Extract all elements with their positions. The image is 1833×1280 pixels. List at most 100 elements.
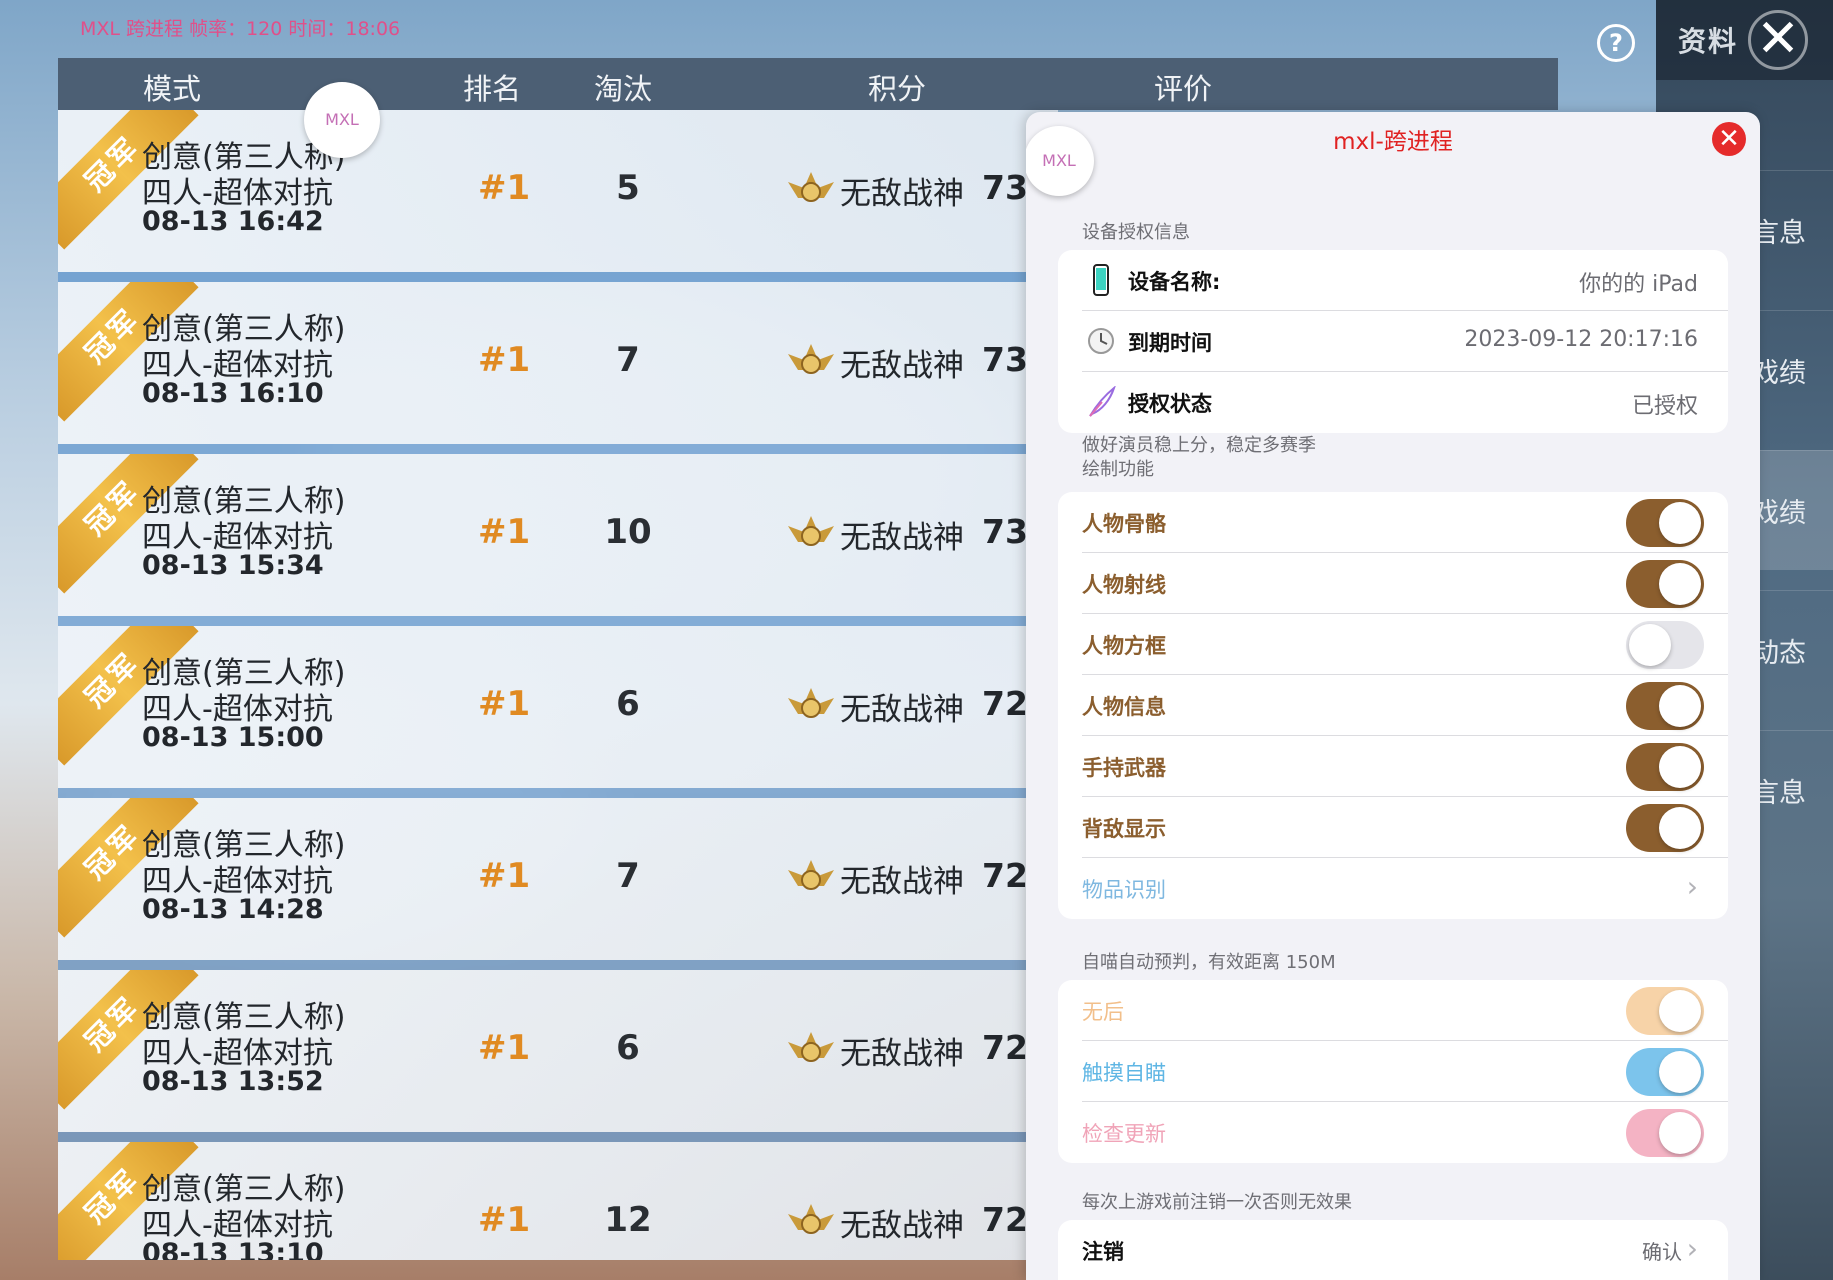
logout-confirm[interactable]: 确认 — [1642, 1236, 1682, 1265]
aim-section-label: 自喵自动预判，有效距离 150M — [1082, 952, 1336, 973]
rank-badge-icon — [788, 344, 834, 374]
match-rank: #1 — [478, 340, 531, 380]
match-kills: 12 — [604, 1200, 652, 1240]
weapon-toggle[interactable] — [1626, 743, 1704, 791]
logout-label: 注销 — [1082, 1240, 1124, 1264]
phone-icon — [1093, 264, 1109, 296]
row-divider — [58, 788, 1058, 798]
check-update-toggle[interactable] — [1626, 1109, 1704, 1157]
side-menu-header: 资料 ✕ — [1656, 0, 1833, 80]
device-info-group: 设备名称: 你的的 iPad 到期时间 2023-09-12 20:17:16 … — [1058, 250, 1728, 433]
toggle-knob — [1659, 563, 1701, 605]
match-kills: 7 — [616, 856, 640, 896]
side-menu-item-label: 戏绩 — [1752, 498, 1806, 529]
touch-aim-toggle[interactable] — [1626, 1048, 1704, 1096]
match-time: 08-13 16:42 — [142, 206, 324, 237]
toggle-knob — [1659, 1112, 1701, 1154]
match-rank: #1 — [478, 1028, 531, 1068]
toggle-label: 人物骨骼 — [1082, 512, 1166, 536]
no-recoil-toggle[interactable] — [1626, 987, 1704, 1035]
match-kills: 6 — [616, 684, 640, 724]
match-rank: #1 — [478, 1200, 531, 1240]
logout-group: 注销 确认 › — [1058, 1220, 1728, 1280]
toggle-row-line: 人物射线 — [1058, 553, 1728, 614]
rank-title: 无敌战神 — [840, 864, 964, 900]
expiry-row: 到期时间 2023-09-12 20:17:16 — [1058, 311, 1728, 372]
rank-title: 无敌战神 — [840, 520, 964, 556]
tagline-text: 做好演员稳上分，稳定多赛季 — [1082, 435, 1316, 456]
match-row[interactable]: 冠军 创意(第三人称) 四人-超体对抗 08-13 13:10 #1 12 无敌… — [58, 1142, 1058, 1260]
match-row[interactable]: 冠军 创意(第三人称) 四人-超体对抗 08-13 15:34 #1 10 无敌… — [58, 454, 1058, 616]
toggle-label: 手持武器 — [1082, 756, 1166, 780]
toggle-knob — [1659, 746, 1701, 788]
header-kills: 淘汰 — [594, 72, 653, 106]
rank-title: 无敌战神 — [840, 348, 964, 384]
rank-badge-icon — [788, 516, 834, 546]
clock-icon — [1088, 328, 1114, 354]
match-row[interactable]: 冠军 创意(第三人称) 四人-超体对抗 08-13 13:52 #1 6 无敌战… — [58, 970, 1058, 1132]
toggle-label: 人物方框 — [1082, 634, 1166, 658]
skeleton-toggle[interactable] — [1626, 499, 1704, 547]
rank-title: 无敌战神 — [840, 1208, 964, 1244]
toggle-knob — [1659, 685, 1701, 727]
draw-section-label: 绘制功能 — [1082, 459, 1154, 480]
rank-badge-icon — [788, 688, 834, 718]
header-points: 积分 — [868, 72, 927, 106]
close-icon[interactable]: ✕ — [1748, 10, 1808, 70]
toggle-label: 人物射线 — [1082, 573, 1166, 597]
side-menu-item-label: 戏绩 — [1752, 358, 1806, 389]
close-icon[interactable]: ✕ — [1712, 122, 1746, 156]
match-row[interactable]: 冠军 创意(第三人称) 四人-超体对抗 08-13 15:00 #1 6 无敌战… — [58, 626, 1058, 788]
match-row[interactable]: 冠军 创意(第三人称) 四人-超体对抗 08-13 16:42 #1 5 无敌战… — [58, 110, 1058, 272]
match-row[interactable]: 冠军 创意(第三人称) 四人-超体对抗 08-13 16:10 #1 7 无敌战… — [58, 282, 1058, 444]
toggle-row-norecoil: 无后 — [1058, 980, 1728, 1041]
toggle-label: 检查更新 — [1082, 1122, 1166, 1146]
match-rank: #1 — [478, 512, 531, 552]
match-time: 08-13 13:52 — [142, 1066, 324, 1097]
rank-title: 无敌战神 — [840, 1036, 964, 1072]
match-rank: #1 — [478, 856, 531, 896]
rank-badge-icon — [788, 1204, 834, 1234]
behind-enemy-toggle[interactable] — [1626, 804, 1704, 852]
auth-status-value: 已授权 — [1631, 394, 1698, 419]
item-recognition-row[interactable]: 物品识别 › — [1058, 858, 1728, 919]
device-name-value: 你的的 iPad — [1579, 272, 1698, 297]
toggle-row-behind: 背敌显示 — [1058, 797, 1728, 858]
mxl-logo-icon[interactable]: MXL — [304, 82, 380, 158]
side-menu-item-label: 动态 — [1752, 638, 1806, 669]
match-table-header: 模式 排名 淘汰 积分 评价 — [58, 58, 1558, 110]
line-toggle[interactable] — [1626, 560, 1704, 608]
item-recognition-label: 物品识别 — [1082, 878, 1166, 902]
rank-title: 无敌战神 — [840, 176, 964, 212]
box-toggle[interactable] — [1626, 621, 1704, 669]
help-icon[interactable]: ? — [1597, 24, 1635, 62]
match-kills: 7 — [616, 340, 640, 380]
logout-row[interactable]: 注销 确认 › — [1058, 1220, 1728, 1280]
toggle-label: 背敌显示 — [1082, 817, 1166, 841]
match-time: 08-13 16:10 — [142, 378, 324, 409]
device-section-label: 设备授权信息 — [1082, 222, 1190, 243]
device-name-row: 设备名称: 你的的 iPad — [1058, 250, 1728, 311]
toggle-row-weapon: 手持武器 — [1058, 736, 1728, 797]
rank-badge-icon — [788, 172, 834, 202]
row-divider — [58, 616, 1058, 626]
row-divider — [58, 960, 1058, 970]
match-time: 08-13 15:00 — [142, 722, 324, 753]
panel-title: mxl-跨进程 — [1333, 129, 1453, 155]
expiry-value: 2023-09-12 20:17:16 — [1464, 327, 1698, 352]
chevron-right-icon: › — [1686, 870, 1698, 903]
aim-options-group: 无后 触摸自瞄 检查更新 — [1058, 980, 1728, 1163]
toggle-knob — [1659, 990, 1701, 1032]
toggle-knob — [1659, 807, 1701, 849]
auth-status-label: 授权状态 — [1128, 392, 1212, 416]
row-divider — [58, 444, 1058, 454]
info-toggle[interactable] — [1626, 682, 1704, 730]
auth-status-row: 授权状态 已授权 — [1058, 372, 1728, 433]
match-time: 08-13 14:28 — [142, 894, 324, 925]
match-row[interactable]: 冠军 创意(第三人称) 四人-超体对抗 08-13 14:28 #1 7 无敌战… — [58, 798, 1058, 960]
toggle-label: 触摸自瞄 — [1082, 1061, 1166, 1085]
match-list: 冠军 创意(第三人称) 四人-超体对抗 08-13 16:42 #1 5 无敌战… — [58, 110, 1058, 1260]
device-name-label: 设备名称: — [1128, 270, 1221, 294]
fps-overlay: MXL 跨进程 帧率：120 时间：18:06 — [80, 18, 401, 40]
match-time: 08-13 13:10 — [142, 1238, 324, 1260]
